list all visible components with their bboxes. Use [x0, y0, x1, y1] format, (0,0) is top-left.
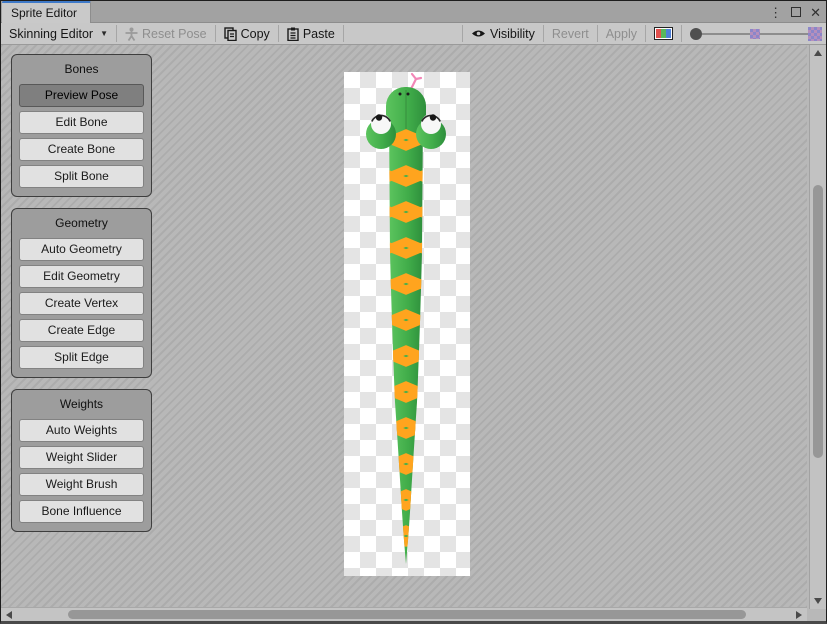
slider-track[interactable] — [760, 33, 808, 35]
panel-button-create-bone[interactable]: Create Bone — [19, 138, 144, 161]
panel-button-weight-slider[interactable]: Weight Slider — [19, 446, 144, 469]
tab-sprite-editor-label: Sprite Editor — [11, 6, 77, 20]
panel-button-preview-pose[interactable]: Preview Pose — [19, 84, 144, 107]
eye-icon — [471, 28, 486, 39]
panel-title: Weights — [19, 394, 144, 415]
paste-icon — [287, 27, 299, 41]
toolbar: Skinning Editor ▼ Reset Pose Copy — [1, 23, 826, 45]
horizontal-scroll-thumb[interactable] — [68, 610, 746, 619]
panel-button-edit-geometry[interactable]: Edit Geometry — [19, 265, 144, 288]
panel-button-create-edge[interactable]: Create Edge — [19, 319, 144, 342]
toolbar-spacer — [344, 23, 462, 44]
apply-button[interactable]: Apply — [598, 23, 645, 44]
rgb-swatch-icon — [654, 27, 673, 40]
pose-figure-icon — [125, 27, 138, 41]
texture-channel-button[interactable] — [646, 23, 681, 44]
scroll-left-icon[interactable] — [6, 611, 12, 619]
window-menu-icon[interactable]: ⋮ — [769, 6, 782, 19]
sprite-editor-window: Sprite Editor ⋮ ✕ Skinning Editor ▼ Rese… — [0, 0, 827, 624]
scroll-down-icon[interactable] — [814, 598, 822, 604]
apply-label: Apply — [606, 27, 637, 41]
copy-icon — [224, 27, 237, 41]
alpha-checker-big-icon — [808, 27, 822, 41]
panel-button-split-edge[interactable]: Split Edge — [19, 346, 144, 369]
panel-button-auto-weights[interactable]: Auto Weights — [19, 419, 144, 442]
tab-bar: Sprite Editor ⋮ ✕ — [1, 1, 826, 23]
chevron-down-icon: ▼ — [100, 29, 108, 38]
reset-pose-label: Reset Pose — [142, 27, 207, 41]
window-controls: ⋮ ✕ — [769, 1, 821, 23]
sprite-canvas[interactable] — [344, 72, 470, 576]
close-icon[interactable]: ✕ — [810, 6, 821, 19]
vertical-scroll-thumb[interactable] — [813, 185, 823, 458]
paste-button[interactable]: Paste — [279, 23, 343, 44]
slider-track[interactable] — [702, 33, 750, 35]
visibility-label: Visibility — [490, 27, 535, 41]
copy-button[interactable]: Copy — [216, 23, 278, 44]
revert-label: Revert — [552, 27, 589, 41]
mode-dropdown[interactable]: Skinning Editor ▼ — [1, 23, 116, 44]
horizontal-scrollbar[interactable] — [1, 607, 807, 621]
snake-right-nostril — [407, 93, 410, 96]
snake-right-pupil — [430, 114, 436, 120]
tool-panels: Bones Preview Pose Edit Bone Create Bone Spl… — [11, 54, 152, 532]
revert-button[interactable]: Revert — [544, 23, 597, 44]
panel-button-weight-brush[interactable]: Weight Brush — [19, 473, 144, 496]
snake-sprite — [344, 72, 470, 576]
panel-weights: Weights Auto Weights Weight Slider Weight B… — [11, 389, 152, 532]
paste-label: Paste — [303, 27, 335, 41]
panel-button-edit-bone[interactable]: Edit Bone — [19, 111, 144, 134]
tab-sprite-editor[interactable]: Sprite Editor — [2, 1, 91, 23]
panel-button-split-bone[interactable]: Split Bone — [19, 165, 144, 188]
opacity-slider[interactable] — [690, 23, 822, 44]
panel-bones: Bones Preview Pose Edit Bone Create Bone Spl… — [11, 54, 152, 197]
vertical-scrollbar[interactable] — [809, 45, 826, 609]
panel-button-create-vertex[interactable]: Create Vertex — [19, 292, 144, 315]
toolbar-separator — [681, 25, 682, 42]
editor-viewport[interactable]: Bones Preview Pose Edit Bone Create Bone Spl… — [1, 45, 807, 609]
snake-left-nostril — [399, 93, 402, 96]
alpha-checker-small-icon — [750, 29, 760, 39]
slider-knob[interactable] — [690, 28, 702, 40]
visibility-button[interactable]: Visibility — [463, 23, 543, 44]
copy-label: Copy — [241, 27, 270, 41]
panel-title: Geometry — [19, 213, 144, 234]
panel-geometry: Geometry Auto Geometry Edit Geometry Create… — [11, 208, 152, 378]
maximize-icon[interactable] — [791, 7, 801, 17]
snake-tongue — [411, 74, 421, 89]
snake-left-pupil — [376, 114, 382, 120]
panel-title: Bones — [19, 59, 144, 80]
scroll-right-icon[interactable] — [796, 611, 802, 619]
scroll-up-icon[interactable] — [814, 50, 822, 56]
reset-pose-button[interactable]: Reset Pose — [117, 23, 215, 44]
mode-dropdown-label: Skinning Editor — [9, 27, 93, 41]
panel-button-bone-influence[interactable]: Bone Influence — [19, 500, 144, 523]
panel-button-auto-geometry[interactable]: Auto Geometry — [19, 238, 144, 261]
